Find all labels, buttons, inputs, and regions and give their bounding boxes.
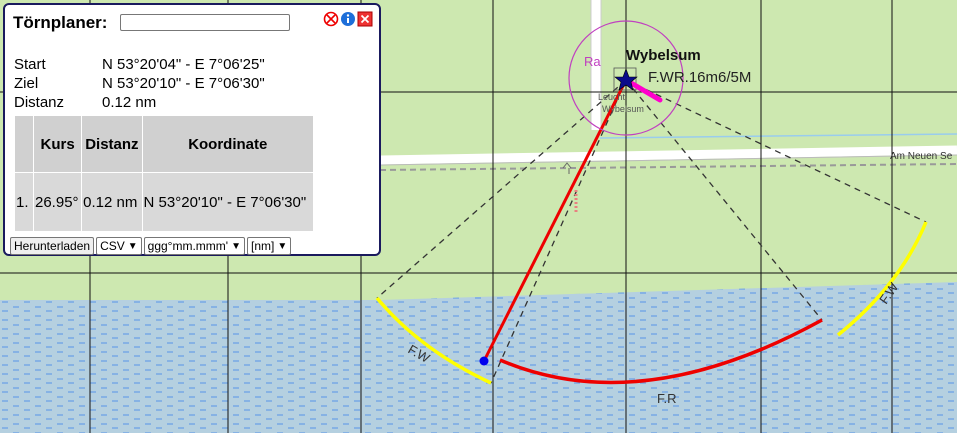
radar-label: Ra <box>584 54 601 69</box>
sector-label-red: F.R <box>657 391 677 406</box>
format-select-value: CSV <box>100 239 125 253</box>
beacon-label-1: Leucht <box>598 92 626 102</box>
row-index: 1. <box>14 172 34 232</box>
col-index-header <box>14 115 34 173</box>
coordinate-format-value: ggg°mm.mmm' <box>147 239 229 253</box>
unit-select-value: [nm] <box>251 239 275 253</box>
start-value: N 53°20'04" - E 7°06'25" <box>102 56 265 73</box>
row-distance: 0.12 nm <box>81 172 143 232</box>
tour-name-input[interactable] <box>120 14 290 31</box>
distance-value: 0.12 nm <box>102 94 157 111</box>
panel-title: Törnplaner: <box>13 13 108 32</box>
route-table: Kurs Distanz Koordinate 1. 26.95° 0.12 n… <box>14 115 315 232</box>
chevron-down-icon: ▼ <box>127 240 138 252</box>
export-controls: Herunterladen CSV ▼ ggg°mm.mmm' ▼ [nm] ▼ <box>10 237 292 255</box>
close-icon[interactable] <box>357 11 373 27</box>
light-label: F.WR.16m6/5M <box>648 69 751 86</box>
street-label: Am Neuen Se <box>890 151 953 162</box>
unit-select[interactable]: [nm] ▼ <box>247 237 292 255</box>
route-summary: Start N 53°20'04" - E 7°06'25" Ziel N 53… <box>14 55 265 112</box>
route-start-point[interactable] <box>479 356 489 366</box>
col-coordinate-header: Koordinate <box>141 115 315 173</box>
target-row: Ziel N 53°20'10" - E 7°06'30" <box>14 74 265 93</box>
info-icon[interactable] <box>340 11 356 27</box>
distance-label: Distanz <box>14 94 65 111</box>
route-table-header: Kurs Distanz Koordinate <box>14 115 315 173</box>
start-row: Start N 53°20'04" - E 7°06'25" <box>14 55 265 74</box>
delete-icon[interactable] <box>323 11 339 27</box>
distance-row: Distanz 0.12 nm <box>14 93 265 112</box>
coordinate-format-select[interactable]: ggg°mm.mmm' ▼ <box>143 237 245 255</box>
format-select[interactable]: CSV ▼ <box>96 237 142 255</box>
beacon-label-2: Wybelsum <box>602 104 644 114</box>
water-waves <box>0 282 957 433</box>
target-label: Ziel <box>14 75 39 92</box>
tour-planner-panel: Törnplaner: Start N 53°20'04" - E 7°06'2… <box>3 3 381 256</box>
row-course: 26.95° <box>32 172 83 232</box>
table-row[interactable]: 1. 26.95° 0.12 nm N 53°20'10" - E 7°06'3… <box>14 172 315 232</box>
col-course-header: Kurs <box>32 115 83 173</box>
target-value: N 53°20'10" - E 7°06'30" <box>102 75 265 92</box>
row-coordinate: N 53°20'10" - E 7°06'30" <box>141 172 315 232</box>
chevron-down-icon: ▼ <box>231 240 241 252</box>
col-distance-header: Distanz <box>81 115 143 173</box>
chevron-down-icon: ▼ <box>277 240 288 252</box>
panel-icons <box>323 11 373 27</box>
start-label: Start <box>14 56 46 73</box>
place-label: Wybelsum <box>626 47 701 64</box>
download-button[interactable]: Herunterladen <box>10 237 95 255</box>
